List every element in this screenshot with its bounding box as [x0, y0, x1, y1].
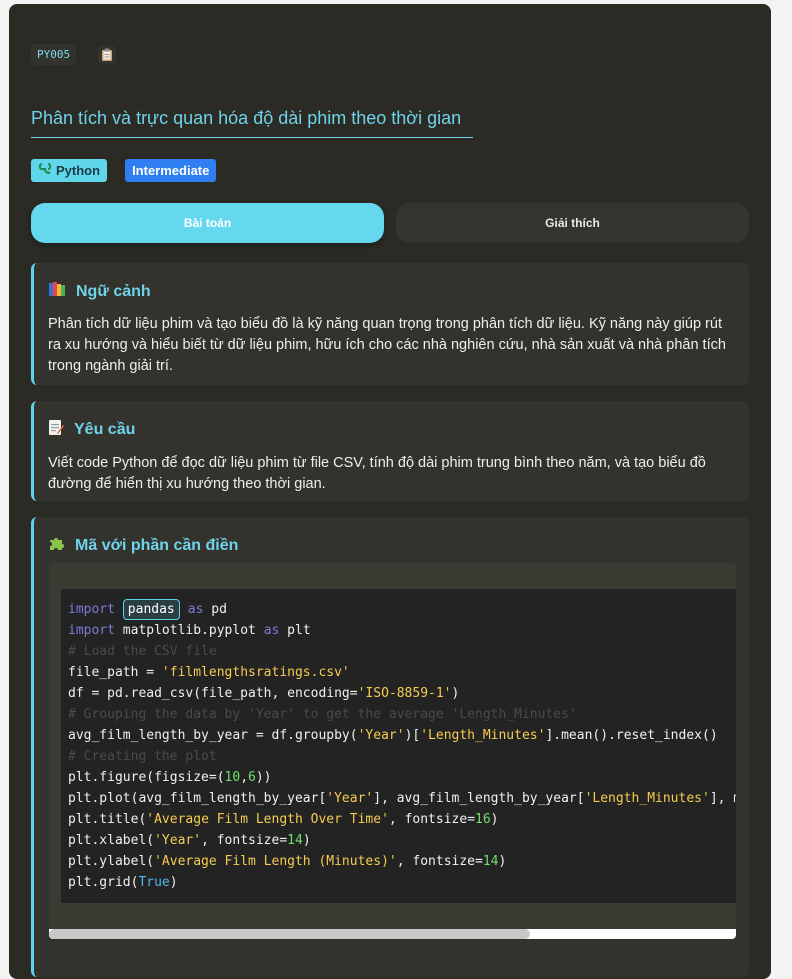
- code-token: 'Average Film Length (Minutes)': [154, 854, 397, 869]
- context-section: Ngữ cảnh Phân tích dữ liệu phim và tạo b…: [31, 263, 749, 385]
- code-token: plt.plot(avg_film_length_by_year[: [68, 791, 327, 806]
- code-token: , fontsize=: [396, 854, 483, 869]
- code-line: plt.xlabel('Year', fontsize=14): [68, 833, 311, 848]
- code-line: plt.ylabel('Average Film Length (Minutes…: [68, 854, 506, 869]
- code-token: # Grouping the data by 'Year' to get the…: [68, 707, 577, 722]
- python-icon: [38, 163, 52, 178]
- card-header: PY005: [31, 44, 117, 65]
- code-line: plt.title('Average Film Length Over Time…: [68, 812, 499, 827]
- code-line: import pandas as pd: [68, 599, 227, 620]
- code-token: # Load the CSV file: [68, 644, 217, 659]
- code-section: Mã với phần cần điền import pandas as pd …: [31, 517, 749, 977]
- code-token: as: [187, 602, 204, 617]
- code-token: ): [169, 875, 178, 890]
- code-line: # Grouping the data by 'Year' to get the…: [68, 707, 577, 722]
- code-token: True: [138, 875, 170, 890]
- scrollbar-thumb[interactable]: [49, 929, 530, 939]
- code-listing: import pandas as pd import matplotlib.pyp…: [61, 589, 736, 893]
- memo-icon: [48, 419, 64, 441]
- code-token: )): [255, 770, 272, 785]
- puzzle-icon: [48, 535, 65, 557]
- code-token: plt.figure(figsize=(: [68, 770, 225, 785]
- code-token: ], avg_film_length_by_year[: [373, 791, 585, 806]
- code-line: avg_film_length_by_year = df.groupby('Ye…: [68, 728, 718, 743]
- code-token: df = pd.read_csv(file_path, encoding=: [68, 686, 358, 701]
- clipboard-icon[interactable]: [98, 45, 117, 64]
- code-editor-frame: import pandas as pd import matplotlib.pyp…: [49, 563, 736, 939]
- code-token: plt: [279, 623, 311, 638]
- code-token: , fontsize=: [201, 833, 288, 848]
- code-token: 'filmlengthsratings.csv': [161, 665, 350, 680]
- code-token: ,: [240, 770, 249, 785]
- code-token: ): [451, 686, 460, 701]
- code-token: )[: [404, 728, 421, 743]
- context-header: Ngữ cảnh: [48, 281, 735, 302]
- books-icon: [48, 281, 66, 302]
- code-token: file_path =: [68, 665, 162, 680]
- code-token: ], ma: [709, 791, 736, 806]
- code-line: plt.grid(True): [68, 875, 178, 890]
- code-token: as: [263, 623, 280, 638]
- language-tag: Python: [31, 159, 108, 182]
- requirement-header: Yêu cầu: [48, 419, 735, 441]
- code-token: ): [490, 812, 499, 827]
- horizontal-scrollbar[interactable]: [49, 929, 736, 939]
- code-token: 10: [224, 770, 241, 785]
- problem-code: PY005: [31, 44, 77, 65]
- code-token: pd: [203, 602, 227, 617]
- code-token: 14: [482, 854, 499, 869]
- requirement-title: Yêu cầu: [74, 421, 136, 438]
- tab-bar: Bài toán Giải thích: [31, 203, 749, 243]
- code-section-header: Mã với phần cần điền: [48, 535, 735, 557]
- fill-blank-input[interactable]: pandas: [122, 599, 180, 620]
- code-token: 'Year': [326, 791, 374, 806]
- code-token: plt.ylabel(: [68, 854, 155, 869]
- code-token: , fontsize=: [388, 812, 476, 827]
- code-token: # Creating the plot: [68, 749, 217, 764]
- code-token: 'Year': [154, 833, 202, 848]
- code-token: matplotlib.pyplot: [114, 623, 264, 638]
- code-token: 14: [287, 833, 303, 848]
- code-token: plt.grid(: [68, 875, 139, 890]
- code-token: ): [302, 833, 311, 848]
- code-token: plt.xlabel(: [68, 833, 155, 848]
- code-line: # Creating the plot: [68, 749, 217, 764]
- code-line: # Load the CSV file: [68, 644, 217, 659]
- code-line: import matplotlib.pyplot as plt: [68, 623, 311, 638]
- code-section-title: Mã với phần cần điền: [75, 537, 239, 554]
- context-title: Ngữ cảnh: [76, 282, 151, 300]
- tab-problem[interactable]: Bài toán: [31, 203, 384, 243]
- code-token: plt.title(: [68, 812, 147, 827]
- language-tag-label: Python: [56, 163, 101, 178]
- code-token: 'Year': [357, 728, 405, 743]
- page-title: Phân tích và trực quan hóa độ dài phim t…: [31, 108, 473, 138]
- code-token: 'Length_Minutes': [584, 791, 710, 806]
- code-token: 'Average Film Length Over Time': [146, 812, 389, 827]
- code-token: import: [68, 602, 123, 617]
- code-token: 'Length_Minutes': [420, 728, 546, 743]
- level-tag: Intermediate: [125, 159, 217, 182]
- code-line: plt.figure(figsize=(10,6)): [68, 770, 272, 785]
- context-text: Phân tích dữ liệu phim và tạo biểu đồ là…: [48, 316, 726, 374]
- code-token: 'ISO-8859-1': [357, 686, 452, 701]
- code-token: ].mean().reset_index(): [545, 728, 718, 743]
- code-line: df = pd.read_csv(file_path, encoding='IS…: [68, 686, 459, 701]
- code-token: ): [498, 854, 507, 869]
- code-line: plt.plot(avg_film_length_by_year['Year']…: [68, 791, 736, 806]
- code-line: file_path = 'filmlengthsratings.csv': [68, 665, 350, 680]
- tag-list: Python Intermediate: [31, 159, 217, 182]
- code-token: import: [68, 623, 115, 638]
- requirement-section: Yêu cầu Viết code Python để đọc dữ liệu …: [31, 401, 749, 501]
- code-token: 6: [248, 770, 256, 785]
- requirement-text: Viết code Python để đọc dữ liệu phim từ …: [48, 455, 706, 492]
- problem-card: PY005 Phân tích và trực quan hóa độ dài …: [9, 4, 771, 979]
- code-token: 16: [475, 812, 491, 827]
- code-block: import pandas as pd import matplotlib.pyp…: [61, 589, 736, 903]
- code-token: avg_film_length_by_year = df.groupby(: [68, 728, 358, 743]
- tab-explanation[interactable]: Giải thích: [396, 203, 749, 243]
